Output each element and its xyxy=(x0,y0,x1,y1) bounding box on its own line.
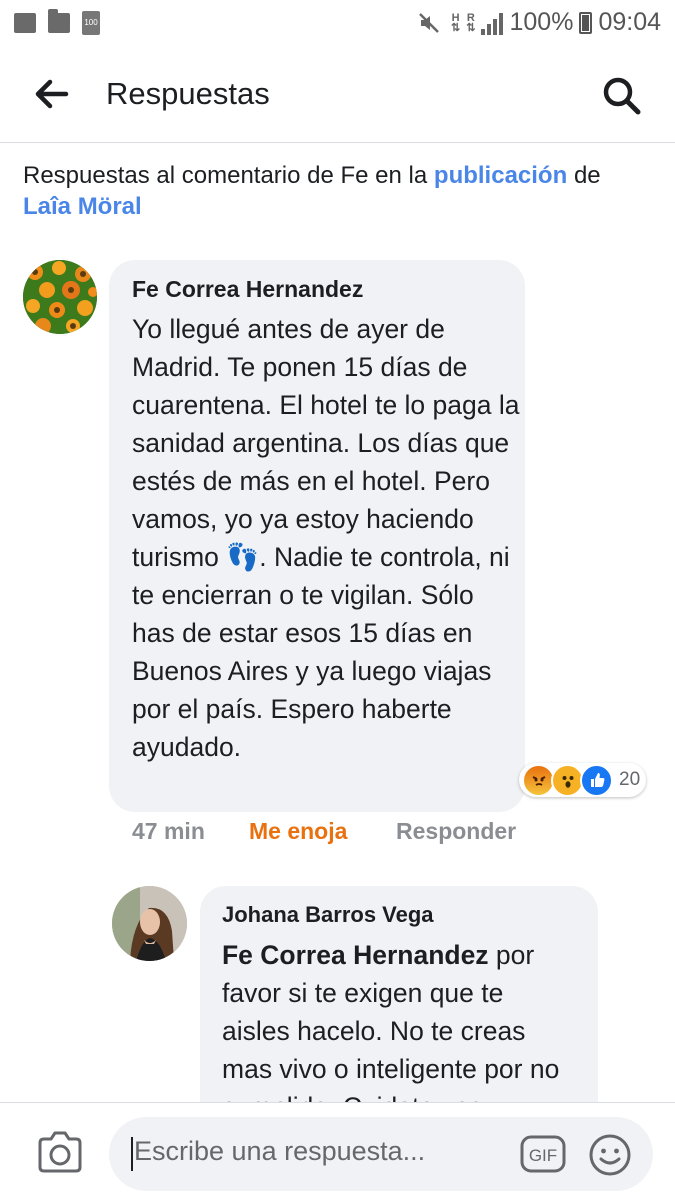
camera-icon[interactable] xyxy=(36,1129,84,1175)
comment-author[interactable]: Johana Barros Vega xyxy=(222,902,434,928)
reply-composer: Escribe una respuesta... GIF xyxy=(0,1102,675,1201)
battery-percent: 100% xyxy=(509,8,574,36)
battery-icon xyxy=(579,11,593,34)
author-page-link[interactable]: Laîa Möral xyxy=(23,193,142,220)
folder-notification-icon xyxy=(48,9,70,33)
comment-text: Yo llegué antes de ayer de Madrid. Te po… xyxy=(132,314,520,762)
emoji-icon[interactable] xyxy=(588,1133,632,1177)
page-title: Respuestas xyxy=(106,76,270,111)
reaction-summary[interactable]: 20 xyxy=(519,763,647,797)
reply-input[interactable]: Escribe una respuesta... GIF xyxy=(109,1117,653,1191)
gallery-notification-icon xyxy=(14,13,36,33)
footprints-emoji: 👣 xyxy=(226,542,260,572)
text-caret xyxy=(131,1137,133,1171)
comment-text: Fe Correa Hernandez por favor si te exig… xyxy=(222,940,560,1122)
gif-icon[interactable]: GIF xyxy=(520,1135,566,1173)
react-button[interactable]: Me enoja xyxy=(249,818,347,845)
context-prefix: Respuestas al comentario de Fe en la xyxy=(23,162,428,189)
publication-link[interactable]: publicación xyxy=(434,162,567,189)
status-bar: 100 H ⇅ R ⇅ 100% 09:04 xyxy=(0,0,675,46)
mention-link[interactable]: Fe Correa Hernandez xyxy=(222,940,489,970)
network-indicator-1: H ⇅ xyxy=(451,11,461,34)
app-header: Respuestas xyxy=(0,46,675,143)
signal-icon xyxy=(481,11,504,35)
back-arrow-icon[interactable] xyxy=(32,76,72,112)
comment-author[interactable]: Fe Correa Hernandez xyxy=(132,276,363,303)
reply-button[interactable]: Responder xyxy=(396,818,516,845)
mute-icon xyxy=(419,12,439,33)
network-indicator-2: R ⇅ xyxy=(466,11,476,34)
comment-bubble[interactable]: Fe Correa Hernandez Yo llegué antes de a… xyxy=(109,260,525,812)
gif-label: GIF xyxy=(529,1146,557,1165)
input-placeholder: Escribe una respuesta... xyxy=(134,1136,426,1166)
reaction-count: 20 xyxy=(619,769,641,790)
comment-timestamp: 47 min xyxy=(132,818,205,844)
avatar[interactable] xyxy=(23,260,97,334)
search-icon[interactable] xyxy=(600,74,644,118)
context-line: Respuestas al comentario de Fe en la pub… xyxy=(23,160,653,222)
avatar[interactable] xyxy=(112,886,187,961)
like-reaction-icon xyxy=(580,763,613,797)
battery-app-notification-icon: 100 xyxy=(82,11,100,35)
context-middle: de xyxy=(573,162,601,189)
clock: 09:04 xyxy=(598,8,661,36)
